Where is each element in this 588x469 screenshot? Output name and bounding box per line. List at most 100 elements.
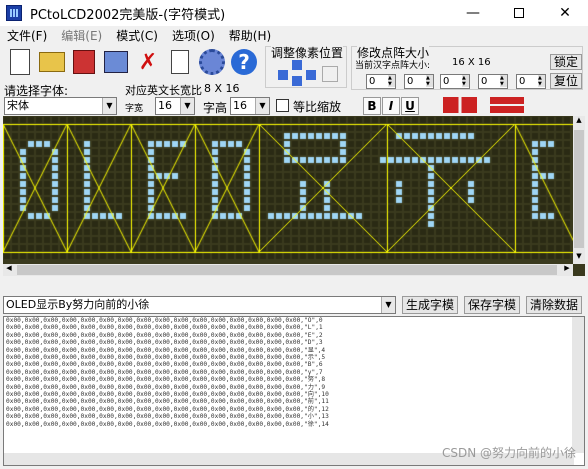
- save-file-button[interactable]: [70, 46, 98, 78]
- chevron-down-icon: ▼: [255, 98, 269, 114]
- reset-position-icon[interactable]: [322, 66, 338, 82]
- move-down-icon[interactable]: [292, 76, 302, 86]
- scroll-down-icon[interactable]: ▼: [573, 252, 585, 264]
- close-button[interactable]: ✕: [542, 0, 588, 26]
- toolbar: ✗ ? 调整像素位置 修改点阵大小 当前汉字点阵大小: 16 X 16 锁定 复…: [0, 44, 588, 116]
- char-height-value: 16: [233, 99, 247, 112]
- open-file-button[interactable]: [38, 46, 66, 78]
- chevron-down-icon: ▼: [180, 98, 194, 114]
- output-line: 0x00,0x00,0x00,0x00,0x00,0x00,0x00,0x00,…: [6, 398, 329, 406]
- chevron-down-icon: ▼: [102, 98, 116, 114]
- horizontal-scrollbar[interactable]: ◀ ▶: [3, 264, 573, 276]
- move-left-icon[interactable]: [278, 70, 288, 80]
- new-file-icon: [10, 49, 30, 75]
- menu-mode[interactable]: 模式(C): [109, 27, 165, 45]
- flip-horizontal-button[interactable]: [443, 97, 479, 115]
- help-button[interactable]: ?: [230, 46, 258, 78]
- output-line: 0x00,0x00,0x00,0x00,0x00,0x00,0x00,0x00,…: [6, 317, 323, 324]
- font-select[interactable]: 宋体 ▼: [4, 97, 117, 115]
- clear-data-button[interactable]: 清除数据: [526, 296, 582, 314]
- output-line: 0x00,0x00,0x00,0x00,0x00,0x00,0x00,0x00,…: [6, 331, 323, 339]
- char-width-label: 字宽: [125, 104, 144, 114]
- output-line: 0x00,0x00,0x00,0x00,0x00,0x00,0x00,0x00,…: [6, 376, 326, 384]
- text-input-value: OLED显示By努力向前的小徐: [6, 298, 150, 311]
- char-height-select[interactable]: 16 ▼: [230, 97, 270, 115]
- ascii-width-label: 对应英文长宽比: [125, 84, 202, 97]
- settings-button[interactable]: [198, 46, 226, 78]
- text-input[interactable]: OLED显示By努力向前的小徐 ▼: [3, 296, 396, 314]
- underline-button[interactable]: U: [401, 97, 419, 115]
- chevron-down-icon[interactable]: ▼: [381, 297, 395, 313]
- output-line: 0x00,0x00,0x00,0x00,0x00,0x00,0x00,0x00,…: [6, 420, 329, 428]
- output-line: 0x00,0x00,0x00,0x00,0x00,0x00,0x00,0x00,…: [6, 413, 329, 421]
- menu-edit[interactable]: 编辑(E): [54, 27, 109, 45]
- lock-button[interactable]: 锁定: [550, 54, 582, 70]
- scroll-right-icon[interactable]: ▶: [561, 264, 573, 276]
- current-size-value: 16 X 16: [452, 57, 491, 68]
- italic-button[interactable]: I: [382, 97, 400, 115]
- bold-button[interactable]: B: [363, 97, 381, 115]
- ratio-checkbox[interactable]: [276, 99, 289, 112]
- text-input-row: OLED显示By努力向前的小徐 ▼ 生成字模 保存字模 清除数据: [0, 294, 588, 316]
- horizontal-scroll-thumb[interactable]: [17, 265, 557, 275]
- pixel-arrow-pad: [272, 60, 344, 86]
- output-vertical-scrollbar[interactable]: [572, 317, 584, 453]
- help-icon: ?: [231, 49, 257, 75]
- folder-icon: [39, 52, 65, 72]
- output-line: 0x00,0x00,0x00,0x00,0x00,0x00,0x00,0x00,…: [6, 339, 323, 347]
- document-button[interactable]: [166, 46, 194, 78]
- scroll-up-icon[interactable]: ▲: [573, 116, 585, 128]
- output-line: 0x00,0x00,0x00,0x00,0x00,0x00,0x00,0x00,…: [6, 346, 326, 354]
- close-icon: ✕: [559, 5, 571, 21]
- ascii-width-value: 8 X 16: [204, 82, 240, 95]
- current-size-label: 当前汉字点阵大小:: [355, 61, 431, 71]
- delete-x-icon: ✗: [138, 49, 158, 75]
- height-spin-1[interactable]: 0: [440, 74, 470, 89]
- flip-vertical-button[interactable]: [490, 97, 526, 115]
- divider-row: [0, 276, 588, 294]
- floppy-disk-icon: [73, 50, 95, 74]
- maximize-icon: [514, 8, 524, 18]
- minimize-button[interactable]: —: [450, 0, 496, 26]
- width-spin-2[interactable]: 0: [404, 74, 434, 89]
- watermark: CSDN @努力向前的小徐: [441, 446, 576, 460]
- scroll-left-icon[interactable]: ◀: [3, 264, 15, 276]
- vertical-scroll-thumb[interactable]: [574, 130, 584, 248]
- height-spin-2[interactable]: 0: [478, 74, 508, 89]
- generate-button[interactable]: 生成字模: [402, 296, 458, 314]
- char-width-select[interactable]: 16 ▼: [155, 97, 195, 115]
- printer-icon: [104, 51, 128, 73]
- char-height-label: 字高: [203, 101, 228, 115]
- output-line: 0x00,0x00,0x00,0x00,0x00,0x00,0x00,0x00,…: [6, 324, 323, 332]
- flip-horizontal-icon: [443, 97, 477, 113]
- new-file-button[interactable]: [6, 46, 34, 78]
- app-icon: [6, 5, 22, 21]
- save-mold-button[interactable]: 保存字模: [464, 296, 520, 314]
- lcd-pixel-canvas[interactable]: [3, 116, 573, 264]
- lcd-preview-area[interactable]: ▲ ▼ ◀ ▶: [3, 116, 585, 276]
- ratio-checkbox-label: 等比缩放: [293, 100, 342, 114]
- reset-button[interactable]: 复位: [550, 73, 582, 89]
- title-bar[interactable]: PCtoLCD2002完美版-(字符模式) — ✕: [0, 0, 588, 26]
- move-right-icon[interactable]: [306, 70, 316, 80]
- delete-button[interactable]: ✗: [134, 46, 162, 78]
- output-line: 0x00,0x00,0x00,0x00,0x00,0x00,0x00,0x00,…: [6, 354, 326, 362]
- window-title: PCtoLCD2002完美版-(字符模式): [30, 7, 226, 23]
- font-select-value: 宋体: [7, 99, 29, 112]
- menu-help[interactable]: 帮助(H): [222, 27, 278, 45]
- menu-file[interactable]: 文件(F): [0, 27, 54, 45]
- output-line: 0x00,0x00,0x00,0x00,0x00,0x00,0x00,0x00,…: [6, 383, 326, 391]
- width-spin-1[interactable]: 0: [366, 74, 396, 89]
- move-up-icon[interactable]: [292, 60, 302, 70]
- print-button[interactable]: [102, 46, 130, 78]
- menu-options[interactable]: 选项(O): [165, 27, 222, 45]
- maximize-button[interactable]: [496, 0, 542, 26]
- char-width-value: 16: [158, 99, 172, 112]
- document-icon: [171, 50, 189, 74]
- app-window: PCtoLCD2002完美版-(字符模式) — ✕ 文件(F) 编辑(E) 模式…: [0, 0, 588, 469]
- gear-icon: [199, 49, 225, 75]
- vertical-scrollbar[interactable]: ▲ ▼: [573, 116, 585, 264]
- minimize-icon: —: [466, 5, 480, 21]
- output-line: 0x00,0x00,0x00,0x00,0x00,0x00,0x00,0x00,…: [6, 361, 323, 369]
- height-spin-3[interactable]: 0: [516, 74, 546, 89]
